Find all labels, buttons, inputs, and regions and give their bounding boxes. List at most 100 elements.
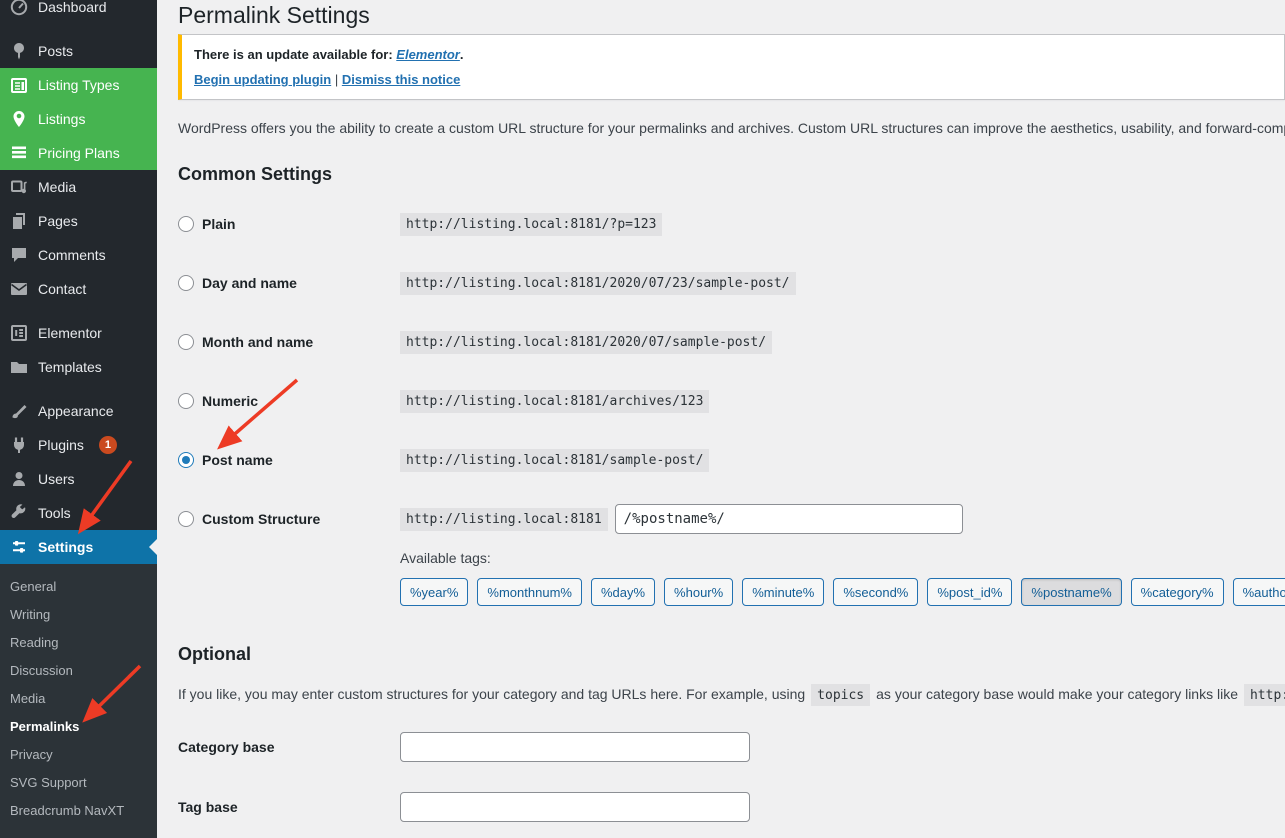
sidebar-item-media[interactable]: Media xyxy=(0,170,157,204)
permalink-option-row: Month and name http://listing.local:8181/… xyxy=(178,324,1285,359)
sidebar-item-templates[interactable]: Templates xyxy=(0,350,157,384)
optional-desc-code1: topics xyxy=(811,684,871,706)
tag-button-hour[interactable]: %hour% xyxy=(664,578,734,606)
permalink-option-row: Day and name http://listing.local:8181/20… xyxy=(178,265,1285,300)
sidebar-item-listings[interactable]: Listings xyxy=(0,102,157,136)
custom-structure-input[interactable] xyxy=(614,503,963,534)
submenu-item-media[interactable]: Media xyxy=(0,684,157,712)
media-icon xyxy=(9,177,29,197)
menu-separator xyxy=(0,24,157,34)
permalink-options-form: Plain http://listing.local:8181/?p=123 Day… xyxy=(178,206,1285,606)
sidebar-item-label: Comments xyxy=(38,247,106,263)
submenu-item-writing[interactable]: Writing xyxy=(0,600,157,628)
tag-base-label: Tag base xyxy=(178,799,238,815)
submenu-item-label: Media xyxy=(10,690,46,706)
submenu-item-breadcrumb-navxt[interactable]: Breadcrumb NavXT xyxy=(0,796,157,824)
optional-field-row: Tag base xyxy=(178,792,1285,822)
optional-desc-part2: as your category base would make your ca… xyxy=(876,686,1238,702)
custom-structure-label[interactable]: Custom Structure xyxy=(202,511,320,527)
tag-button-day[interactable]: %day% xyxy=(590,578,656,606)
permalink-example-url: http://listing.local:8181/2020/07/23/sam… xyxy=(400,272,796,295)
tag-base-input[interactable] xyxy=(400,792,750,822)
sidebar-item-label: Contact xyxy=(38,281,87,297)
admin-sidebar: Dashboard Posts Listing Types Listings Prici… xyxy=(0,0,157,838)
submenu-item-general[interactable]: General xyxy=(0,572,157,600)
sidebar-item-pages[interactable]: Pages xyxy=(0,204,157,238)
notice-separator: | xyxy=(334,72,339,87)
available-tags-row: %year% %monthnum% %day% %hour% %minute% %seco… xyxy=(400,578,1285,606)
sidebar-item-appearance[interactable]: Appearance xyxy=(0,394,157,428)
permalink-option-label[interactable]: Day and name xyxy=(202,275,297,291)
sidebar-item-posts[interactable]: Posts xyxy=(0,34,157,68)
sidebar-item-pricing-plans[interactable]: Pricing Plans xyxy=(0,136,157,170)
sidebar-item-listing-types[interactable]: Listing Types xyxy=(0,68,157,102)
custom-structure-radio[interactable] xyxy=(178,510,194,527)
begin-updating-plugin-link[interactable]: Begin updating plugin xyxy=(194,72,331,87)
permalink-option-label[interactable]: Post name xyxy=(202,452,273,468)
permalink-example-url: http://listing.local:8181/sample-post/ xyxy=(400,449,710,472)
permalink-example-url: http://listing.local:8181/?p=123 xyxy=(400,213,663,236)
submenu-item-permalinks[interactable]: Permalinks xyxy=(0,712,157,740)
optional-heading: Optional xyxy=(178,644,251,664)
submenu-item-label: Breadcrumb NavXT xyxy=(10,802,125,818)
permalink-option-label[interactable]: Plain xyxy=(202,216,235,232)
sidebar-item-elementor[interactable]: Elementor xyxy=(0,316,157,350)
radio-day-and-name[interactable] xyxy=(178,274,194,291)
available-tags-label: Available tags: xyxy=(400,550,491,566)
posts-icon xyxy=(9,41,29,61)
users-icon xyxy=(9,469,29,489)
sidebar-item-users[interactable]: Users xyxy=(0,462,157,496)
update-notice: There is an update available for: Elemen… xyxy=(178,34,1285,100)
custom-structure-row: Custom Structure http://listing.local:81… xyxy=(178,501,1285,536)
sidebar-item-label: Appearance xyxy=(38,403,114,419)
permalink-option-label[interactable]: Month and name xyxy=(202,334,313,350)
custom-structure-value: http://listing.local:8181 xyxy=(400,503,963,534)
permalink-example-url: http://listing.local:8181/archives/123 xyxy=(400,390,710,413)
optional-description: If you like, you may enter custom struct… xyxy=(178,684,1285,706)
comments-icon xyxy=(9,245,29,265)
pricing-plans-icon xyxy=(9,143,29,163)
optional-field-row: Category base xyxy=(178,732,1285,762)
radio-month-and-name[interactable] xyxy=(178,333,194,350)
category-base-label: Category base xyxy=(178,739,275,755)
common-settings-heading: Common Settings xyxy=(178,164,333,184)
optional-desc-code2: http://listing.local:8181/topics/uncateg… xyxy=(1243,684,1285,706)
tag-button-postname[interactable]: %postname% xyxy=(1021,578,1122,606)
radio-post-name[interactable] xyxy=(178,451,194,468)
permalink-option-row: Post name http://listing.local:8181/sampl… xyxy=(178,442,1285,477)
tag-button-year[interactable]: %year% xyxy=(400,578,469,606)
submenu-item-label: Reading xyxy=(10,634,59,650)
sidebar-item-label: Media xyxy=(38,179,77,195)
tag-button-second[interactable]: %second% xyxy=(833,578,919,606)
sidebar-item-tools[interactable]: Tools xyxy=(0,496,157,530)
tag-button-monthnum[interactable]: %monthnum% xyxy=(477,578,582,606)
menu-separator xyxy=(0,384,157,394)
tag-button-minute[interactable]: %minute% xyxy=(742,578,825,606)
elementor-icon xyxy=(9,323,29,343)
submenu-item-label: Writing xyxy=(10,606,51,622)
dismiss-notice-link[interactable]: Dismiss this notice xyxy=(342,72,460,87)
current-menu-arrow xyxy=(149,539,157,555)
submenu-item-privacy[interactable]: Privacy xyxy=(0,740,157,768)
sidebar-item-dashboard[interactable]: Dashboard xyxy=(0,0,157,24)
submenu-item-svg-support[interactable]: SVG Support xyxy=(0,768,157,796)
submenu-item-reading[interactable]: Reading xyxy=(0,628,157,656)
available-tags-block: Available tags: %year% %monthnum% %day% %ho… xyxy=(400,550,1285,606)
category-base-input[interactable] xyxy=(400,732,750,762)
optional-desc-part1: If you like, you may enter custom struct… xyxy=(178,686,806,702)
submenu-item-label: Privacy xyxy=(10,746,53,762)
sidebar-item-comments[interactable]: Comments xyxy=(0,238,157,272)
tag-button-post_id[interactable]: %post_id% xyxy=(927,578,1013,606)
elementor-link[interactable]: Elementor xyxy=(396,47,460,62)
tag-button-category[interactable]: %category% xyxy=(1130,578,1224,606)
sidebar-item-plugins[interactable]: Plugins 1 xyxy=(0,428,157,462)
submenu-item-discussion[interactable]: Discussion xyxy=(0,656,157,684)
sidebar-item-settings[interactable]: Settings xyxy=(0,530,157,564)
tag-button-author[interactable]: %author% xyxy=(1232,578,1285,606)
permalink-option-rows: Plain http://listing.local:8181/?p=123 Day… xyxy=(178,206,1285,477)
sidebar-item-contact[interactable]: Contact xyxy=(0,272,157,306)
permalink-option-label[interactable]: Numeric xyxy=(202,393,258,409)
radio-plain[interactable] xyxy=(178,215,194,232)
update-count-badge: 1 xyxy=(98,436,117,454)
radio-numeric[interactable] xyxy=(178,392,194,409)
